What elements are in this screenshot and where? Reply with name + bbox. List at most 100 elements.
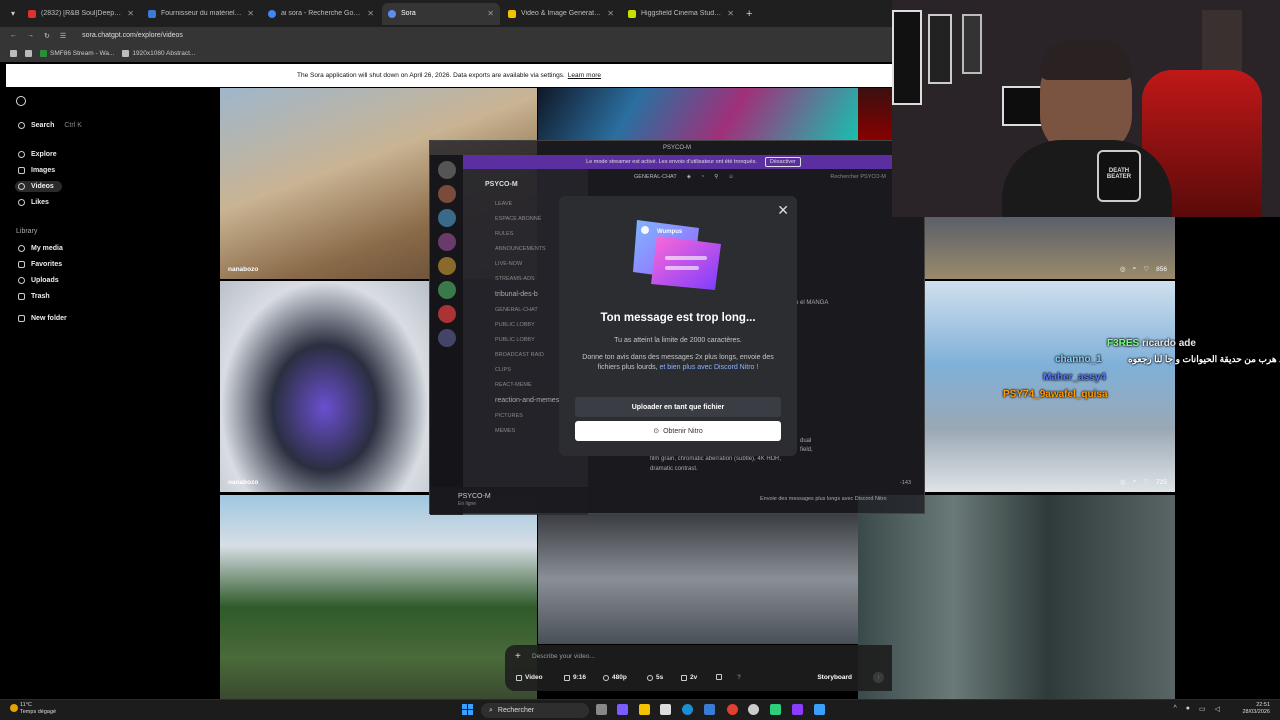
like-icon[interactable]: ♡: [1143, 265, 1149, 273]
video-tile[interactable]: [538, 514, 858, 644]
new-tab-icon[interactable]: +: [746, 8, 752, 20]
disable-streamer-button[interactable]: Désactiver: [764, 157, 801, 167]
zoom-icon[interactable]: ⌕: [1133, 478, 1137, 486]
remix-icon[interactable]: ◎: [1120, 478, 1126, 486]
server-icon[interactable]: [437, 257, 456, 275]
user-panel[interactable]: PSYCO-M En ligne: [430, 487, 588, 513]
server-icon[interactable]: [437, 161, 456, 179]
volume-icon[interactable]: ◁: [1215, 705, 1220, 713]
edge-icon[interactable]: [682, 704, 693, 715]
duration-chip[interactable]: 5s: [647, 674, 663, 681]
browser-tab[interactable]: ai sora - Recherche Google ✕: [262, 3, 380, 25]
nav-explore[interactable]: Explore: [18, 151, 57, 158]
server-icon[interactable]: [437, 185, 456, 203]
members-icon[interactable]: ☺: [728, 174, 734, 180]
bookmark-item[interactable]: 1920x1080 Abstract...: [122, 49, 195, 57]
mail-icon[interactable]: [704, 704, 715, 715]
network-icon[interactable]: ▭: [1199, 705, 1206, 713]
forward-icon[interactable]: →: [27, 32, 34, 39]
browser-tab[interactable]: Higgsfield Cinema Studio | Pro✕: [622, 3, 740, 25]
video-tile[interactable]: ◎ ⌕ ♡ 725: [925, 281, 1175, 492]
tab-search-icon[interactable]: ▾: [6, 7, 20, 21]
send-icon[interactable]: ↑: [873, 672, 884, 683]
storyboard-button[interactable]: Storyboard: [817, 674, 852, 681]
close-tab-icon[interactable]: ✕: [727, 9, 734, 18]
learn-more-link[interactable]: Learn more: [568, 72, 601, 79]
url-field[interactable]: sora.chatgpt.com/explore/videos: [82, 32, 183, 39]
threads-icon[interactable]: ◈: [687, 174, 691, 180]
video-tile[interactable]: [858, 495, 1175, 699]
store-icon[interactable]: [660, 704, 671, 715]
zoom-icon[interactable]: ⌕: [1133, 265, 1137, 273]
bookmark-icon[interactable]: [10, 49, 17, 57]
like-icon[interactable]: ♡: [1143, 478, 1149, 486]
nav-videos[interactable]: Videos: [15, 181, 62, 192]
apps-icon[interactable]: [25, 49, 32, 57]
site-info-icon[interactable]: ☰: [60, 32, 66, 40]
discord-icon[interactable]: [792, 704, 803, 715]
chrome-icon[interactable]: [727, 704, 738, 715]
weather-widget[interactable]: 11°C Temps dégagé: [10, 702, 56, 716]
search-button[interactable]: Search Ctrl K: [18, 122, 82, 129]
close-tab-icon[interactable]: ✕: [367, 9, 374, 18]
aspect-ratio-chip[interactable]: 9:16: [564, 674, 586, 681]
tile-author[interactable]: nanabozo: [228, 479, 258, 486]
file-explorer-icon[interactable]: [639, 704, 650, 715]
video-tile[interactable]: ◎ ⌕ ♡ 856: [925, 217, 1175, 279]
teams-icon[interactable]: [617, 704, 628, 715]
server-icon[interactable]: [437, 305, 456, 323]
clock[interactable]: 22:51 28/03/2026: [1242, 702, 1270, 716]
library-my-media[interactable]: My media: [18, 245, 63, 252]
bell-icon[interactable]: ◔: [701, 174, 704, 180]
video-tile[interactable]: nanabozo: [220, 281, 429, 492]
video-tile[interactable]: [858, 88, 892, 140]
nav-images[interactable]: Images: [18, 167, 55, 174]
mic-icon[interactable]: ●: [1186, 705, 1190, 713]
server-name[interactable]: PSYCO-M: [463, 169, 588, 196]
presets-icon[interactable]: [716, 674, 722, 680]
add-media-icon[interactable]: +: [515, 651, 521, 662]
library-favorites[interactable]: Favorites: [18, 261, 62, 268]
browser-tab[interactable]: (2832) [R&B Soul]Deep Ch ✕: [22, 3, 140, 25]
bookmark-item[interactable]: SMF86 Stream - Wa...: [40, 49, 114, 57]
help-icon[interactable]: ?: [737, 674, 741, 681]
browser-tab[interactable]: Video & Image Generation - A✕: [502, 3, 620, 25]
tile-author[interactable]: nanabozo: [228, 266, 258, 273]
server-icon[interactable]: [437, 329, 456, 347]
close-tab-icon[interactable]: ✕: [247, 9, 254, 18]
pin-icon[interactable]: ⚲: [714, 174, 718, 180]
library-uploads[interactable]: Uploads: [18, 277, 59, 284]
task-view-icon[interactable]: [596, 704, 607, 715]
app-icon[interactable]: [770, 704, 781, 715]
video-tile[interactable]: [220, 495, 537, 699]
server-icon[interactable]: [437, 233, 456, 251]
new-folder-button[interactable]: New folder: [18, 315, 67, 322]
upload-as-file-button[interactable]: Uploader en tant que fichier: [575, 397, 781, 417]
nitro-link[interactable]: et bien plus avec Discord Nitro !: [660, 364, 759, 371]
windows-start-icon[interactable]: [462, 704, 473, 715]
close-tab-icon[interactable]: ✕: [487, 9, 494, 18]
sora-logo-icon[interactable]: [16, 96, 26, 106]
remix-icon[interactable]: ◎: [1120, 265, 1126, 273]
chevron-up-icon[interactable]: ^: [1173, 705, 1176, 713]
taskbar-search[interactable]: ⌕ Rechercher: [481, 703, 589, 718]
server-icon[interactable]: [437, 209, 456, 227]
video-mode-chip[interactable]: Video: [516, 674, 543, 681]
get-nitro-button[interactable]: ⊙ Obtenir Nitro: [575, 421, 781, 441]
close-tab-icon[interactable]: ✕: [607, 9, 614, 18]
prompt-input[interactable]: Describe your video...: [532, 653, 595, 660]
close-tab-icon[interactable]: ✕: [127, 9, 134, 18]
back-icon[interactable]: ←: [10, 32, 17, 39]
variations-chip[interactable]: 2v: [681, 674, 697, 681]
discord-search-input[interactable]: Rechercher PSYCO-M: [822, 172, 894, 182]
resolution-chip[interactable]: 480p: [603, 674, 627, 681]
app-icon[interactable]: [748, 704, 759, 715]
close-icon[interactable]: ✕: [777, 203, 789, 217]
server-icon[interactable]: [437, 281, 456, 299]
library-trash[interactable]: Trash: [18, 293, 50, 300]
reload-icon[interactable]: ↻: [44, 32, 50, 40]
nav-likes[interactable]: Likes: [18, 199, 49, 206]
browser-tab[interactable]: Fournisseur du matériel Audio✕: [142, 3, 260, 25]
video-tile[interactable]: [538, 88, 858, 140]
browser-tab-active[interactable]: Sora ✕: [382, 2, 500, 25]
